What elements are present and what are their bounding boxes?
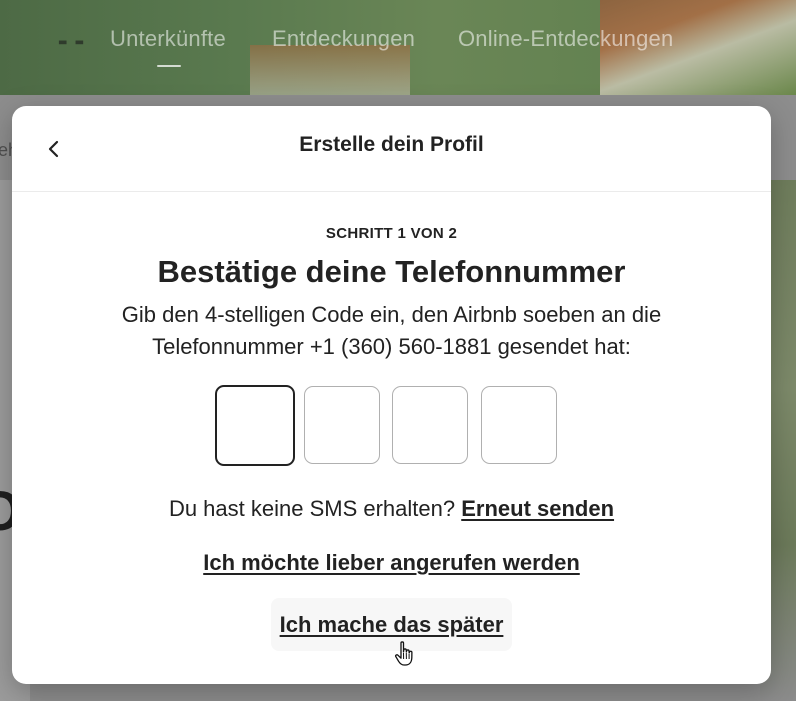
call-instead-link[interactable]: Ich möchte lieber angerufen werden [203,550,580,575]
nav-active-indicator [157,65,181,67]
profile-modal: Erstelle dein Profil SCHRITT 1 VON 2 Bes… [12,106,771,684]
step-indicator: SCHRITT 1 VON 2 [325,225,458,242]
nav-tab-unterkuenfte[interactable]: Unterkünfte [110,26,226,52]
nav-tab-online-entdeckungen[interactable]: Online-Entdeckungen [458,26,673,52]
code-input-4[interactable] [481,386,557,464]
instructions-text: Gib den 4-stelligen Code ein, den Airbnb… [121,302,662,359]
resend-row: Du hast keine SMS erhalten? Erneut sende… [12,496,771,522]
nav-tab-entdeckungen[interactable]: Entdeckungen [272,26,415,52]
code-input-3[interactable] [392,386,468,464]
skip-later-button[interactable]: Ich mache das später [271,598,512,651]
page-heading: Bestätige deine Telefonnummer [157,254,626,289]
code-input-2[interactable] [304,386,380,464]
resend-prompt: Du hast keine SMS erhalten? [168,496,456,521]
code-input-1[interactable] [215,385,295,466]
header-banner: ▬ ▬ Unterkünfte Entdeckungen Online-Entd… [0,0,796,95]
call-row: Ich möchte lieber angerufen werden [12,550,771,576]
resend-link[interactable]: Erneut senden [461,496,614,521]
category-nav: Unterkünfte Entdeckungen Online-Entdecku… [0,26,796,67]
modal-title: Erstelle dein Profil [299,133,484,156]
page: ▬ ▬ Unterkünfte Entdeckungen Online-Entd… [0,0,796,701]
modal-header: Erstelle dein Profil [12,106,771,192]
